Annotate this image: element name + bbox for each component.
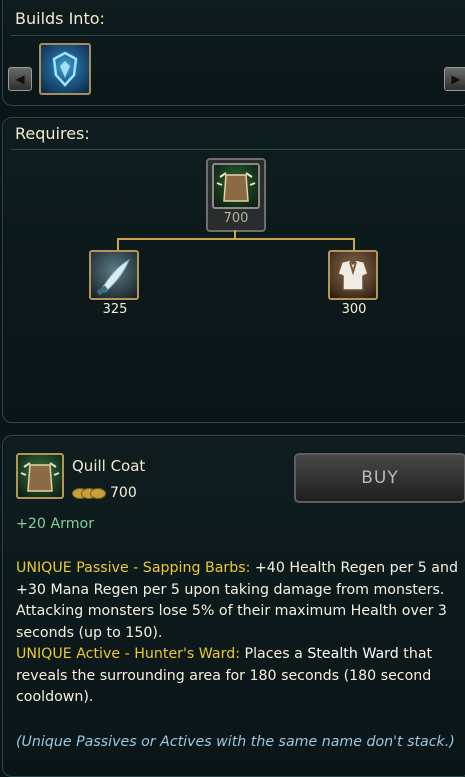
gold-coins-icon <box>72 487 106 499</box>
active-text-1: Places a <box>244 646 303 662</box>
stat-line: +20 Armor <box>16 516 95 532</box>
tree-connector-left <box>117 238 119 250</box>
scroll-left-button[interactable]: ◀ <box>8 67 32 91</box>
scroll-right-button[interactable]: ▶ <box>444 67 465 91</box>
buy-button[interactable]: BUY <box>294 453 465 503</box>
shield-glyph-icon <box>52 51 78 87</box>
active-label: UNIQUE Active - Hunter's Ward: <box>16 646 240 662</box>
machete-icon <box>89 250 139 300</box>
tree-connector-stem <box>234 230 236 238</box>
root-cost: 700 <box>223 211 249 226</box>
machete-cost: 325 <box>102 302 128 317</box>
tree-connector-bar <box>117 238 355 240</box>
builds-into-divider <box>11 35 465 36</box>
recipe-child-slot-cloth-armor[interactable]: 300 <box>328 250 380 317</box>
quill-coat-glyph-icon <box>216 172 256 202</box>
item-description: UNIQUE Passive - Sapping Barbs: +40 Heal… <box>16 558 461 709</box>
recipe-child-slot-machete[interactable]: 325 <box>89 250 141 317</box>
cloth-armor-cost: 300 <box>341 302 367 317</box>
recipe-root-slot[interactable]: 700 <box>206 158 266 232</box>
item-name: Quill Coat <box>72 457 146 475</box>
requires-divider <box>11 149 465 150</box>
passive-label: UNIQUE Passive - Sapping Barbs: <box>16 560 251 576</box>
requires-title: Requires: <box>15 124 90 143</box>
machete-glyph-icon <box>96 258 130 296</box>
stealth-ward-highlight: Stealth Ward <box>307 646 399 662</box>
cloth-armor-icon <box>328 250 378 300</box>
builds-into-title: Builds Into: <box>15 9 105 28</box>
cloth-armor-glyph-icon <box>337 259 369 291</box>
tree-connector-right <box>353 238 355 250</box>
blue-shield-item-icon[interactable] <box>39 43 91 95</box>
quill-coat-icon <box>212 163 260 209</box>
item-price: 700 <box>110 485 137 501</box>
quill-coat-detail-glyph-icon <box>20 462 60 492</box>
unique-note: (Unique Passives or Actives with the sam… <box>16 734 455 750</box>
quill-coat-detail-icon <box>16 453 64 499</box>
